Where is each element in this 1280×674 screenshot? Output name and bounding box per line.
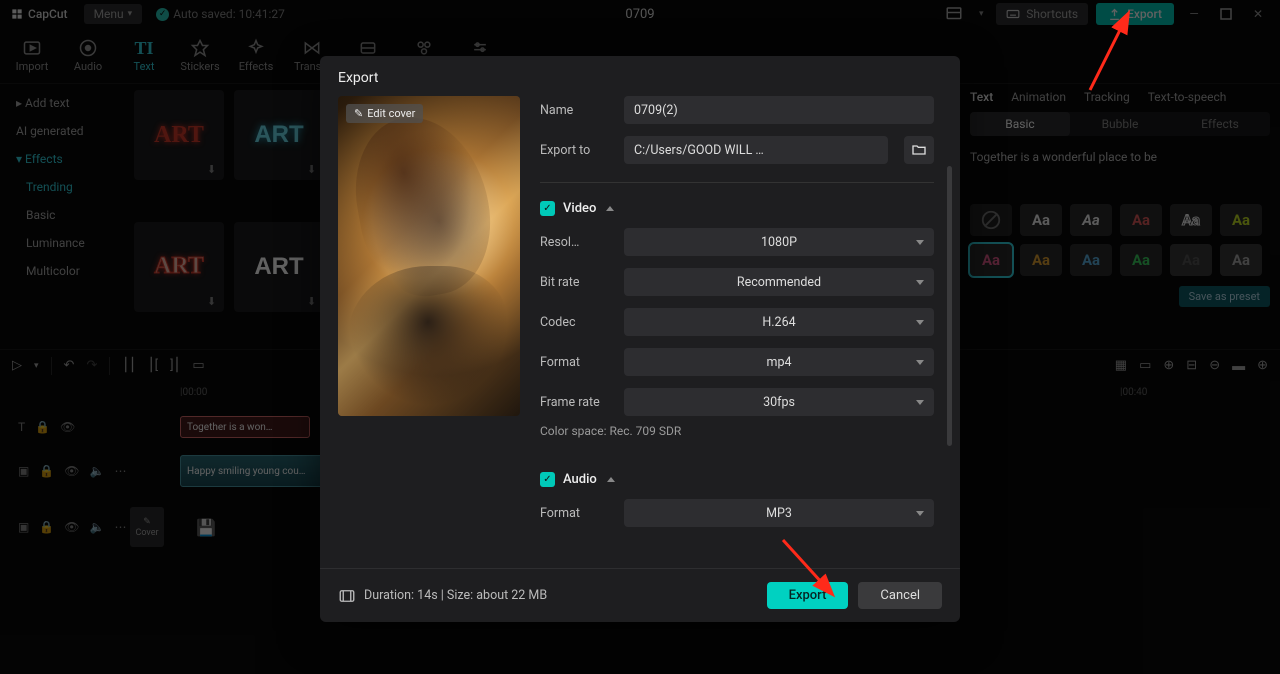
cover-preview (338, 96, 520, 416)
dialog-title: Export (320, 56, 960, 96)
name-label: Name (540, 103, 614, 118)
format-select[interactable]: mp4 (624, 348, 934, 376)
video-section[interactable]: ✓ Video (540, 201, 934, 216)
export-button[interactable]: Export (767, 582, 849, 609)
cancel-button[interactable]: Cancel (858, 582, 942, 609)
codec-label: Codec (540, 315, 614, 330)
pencil-icon: ✎ (354, 107, 363, 120)
audio-format-label: Format (540, 506, 614, 521)
exportto-label: Export to (540, 143, 614, 158)
edit-cover-button[interactable]: ✎ Edit cover (346, 104, 423, 123)
dialog-scrollbar[interactable] (947, 166, 952, 446)
bitrate-label: Bit rate (540, 275, 614, 290)
caret-up-icon (607, 477, 615, 482)
name-input[interactable] (624, 96, 934, 124)
format-label: Format (540, 355, 614, 370)
framerate-label: Frame rate (540, 395, 614, 410)
colorspace-note: Color space: Rec. 709 SDR (540, 424, 934, 438)
audio-format-select[interactable]: MP3 (624, 499, 934, 527)
folder-icon (911, 142, 927, 158)
audio-checkbox[interactable]: ✓ (540, 472, 555, 487)
film-icon (338, 587, 356, 605)
audio-section[interactable]: ✓ Audio (540, 472, 934, 487)
codec-select[interactable]: H.264 (624, 308, 934, 336)
resolution-select[interactable]: 1080P (624, 228, 934, 256)
exportto-path: C:/Users/GOOD WILL … (624, 136, 888, 164)
caret-up-icon (606, 206, 614, 211)
framerate-select[interactable]: 30fps (624, 388, 934, 416)
folder-button[interactable] (904, 136, 934, 164)
export-dialog: Export ✎ Edit cover Name Export to C:/Us… (320, 56, 960, 622)
video-checkbox[interactable]: ✓ (540, 201, 555, 216)
duration-size-info: Duration: 14s | Size: about 22 MB (364, 588, 547, 603)
bitrate-select[interactable]: Recommended (624, 268, 934, 296)
resolution-label: Resol… (540, 235, 614, 250)
